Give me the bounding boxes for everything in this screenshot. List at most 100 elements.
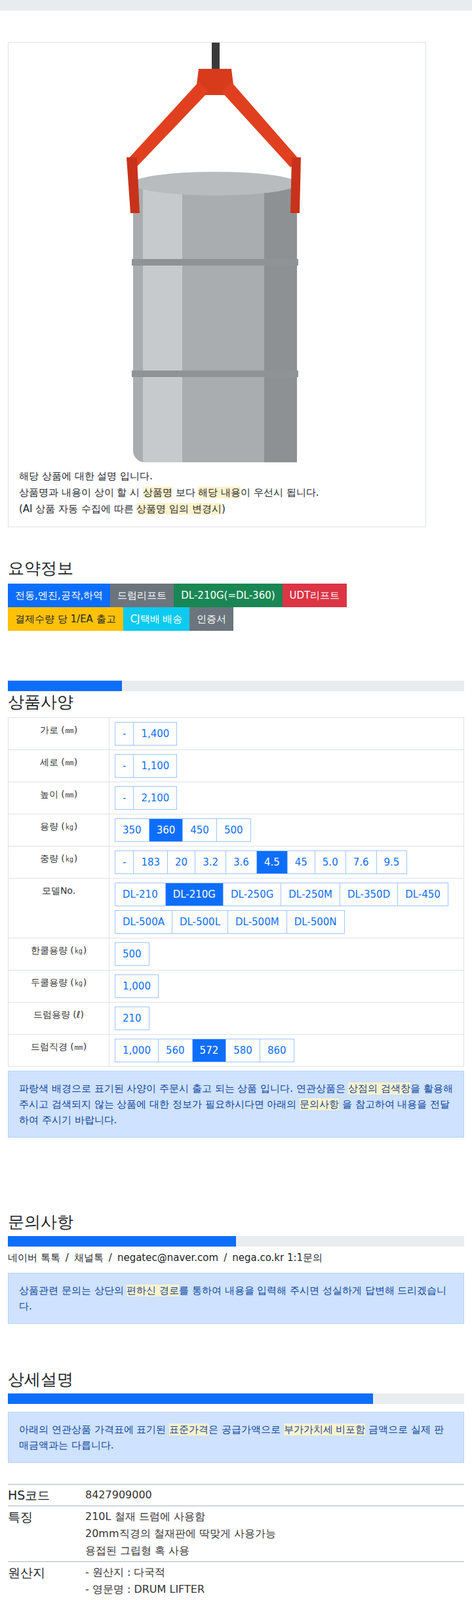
spec-label: 세로 (㎜) bbox=[8, 749, 110, 782]
spec-option[interactable]: 1,000 bbox=[114, 1038, 159, 1062]
progress-fill bbox=[7, 680, 122, 691]
detail-label: 원산지 bbox=[7, 1563, 86, 1598]
contact-link[interactable]: 채널톡 bbox=[74, 1250, 104, 1265]
spec-option[interactable]: 350 bbox=[114, 818, 150, 842]
spec-option[interactable]: 3.2 bbox=[194, 850, 227, 874]
tag: 인증서 bbox=[189, 607, 234, 631]
spec-row: 높이 (㎜)-2,100 bbox=[8, 781, 464, 814]
spec-option[interactable]: DL-250M bbox=[280, 882, 341, 906]
spec-option[interactable]: - bbox=[114, 721, 134, 746]
detail-label: HS코드 bbox=[7, 1486, 86, 1504]
spec-option[interactable]: 580 bbox=[225, 1038, 261, 1062]
contact-list: 네이버 톡톡/채널톡/negatec@naver.com/nega.co.kr … bbox=[7, 1250, 465, 1265]
spec-row: 가로 (㎜)-1,400 bbox=[8, 717, 464, 750]
spec-notice: 파랑색 배경으로 표기된 사양이 주문시 출고 되는 상품 입니다. 연관상품은… bbox=[7, 1070, 465, 1138]
note-line: 해당 상품에 대한 설명 입니다. bbox=[19, 468, 415, 484]
highlight: 편하신 경로 bbox=[126, 1284, 179, 1297]
highlight: 문의사항 bbox=[299, 1098, 339, 1110]
spec-option[interactable]: 1,400 bbox=[133, 721, 177, 746]
separator: / bbox=[65, 1250, 69, 1265]
text: 이 우선시 됩니다. bbox=[240, 486, 319, 499]
spec-option[interactable]: 572 bbox=[192, 1038, 227, 1062]
spec-option[interactable]: DL-210G bbox=[165, 882, 224, 906]
specs-heading: 상품사양 bbox=[7, 690, 465, 714]
spec-option[interactable]: DL-500N bbox=[286, 909, 345, 934]
tag: 결제수량 당 1/EA 출고 bbox=[7, 607, 124, 631]
spec-option[interactable]: 3.6 bbox=[225, 850, 257, 874]
text: ) bbox=[221, 502, 226, 515]
tag: 드럼리프트 bbox=[110, 583, 174, 608]
section-progress bbox=[7, 1235, 465, 1247]
spec-option[interactable]: - bbox=[114, 850, 134, 874]
spec-row: 용량 (㎏)350360450500 bbox=[8, 813, 464, 846]
spec-option[interactable]: DL-350D bbox=[339, 882, 398, 906]
spec-row: 모델No.DL-210DL-210GDL-250GDL-250MDL-350DD… bbox=[8, 877, 464, 938]
spec-option[interactable]: DL-210 bbox=[114, 882, 166, 906]
detail-table: HS코드8427909000특징210L 철재 드럼에 사용함20mm직경의 철… bbox=[7, 1483, 465, 1600]
spec-option[interactable]: 2,100 bbox=[133, 786, 177, 810]
contact-link[interactable]: negatec@naver.com bbox=[117, 1250, 219, 1265]
note-line: (AI 상품 자동 수집에 따른 상품명 임의 변경시) bbox=[19, 501, 415, 516]
spec-option[interactable]: 860 bbox=[259, 1038, 295, 1062]
spec-label: 높이 (㎜) bbox=[8, 782, 110, 814]
spec-option[interactable]: 9.5 bbox=[376, 850, 408, 874]
detail-row: 특징210L 철재 드럼에 사용함20mm직경의 철재판에 딱맞게 사용가능용접… bbox=[7, 1505, 465, 1561]
progress-fill bbox=[7, 1393, 374, 1404]
spec-option[interactable]: DL-250G bbox=[222, 882, 282, 906]
spec-option[interactable]: 560 bbox=[157, 1038, 193, 1062]
spec-option[interactable]: - bbox=[114, 786, 134, 810]
spec-row: 한쿨용량 (㎏)500 bbox=[8, 937, 464, 970]
text: (AI 상품 자동 수집에 따른 bbox=[19, 502, 137, 515]
spec-label: 가로 (㎜) bbox=[8, 717, 110, 750]
note-line: 상품명과 내용이 상이 할 시 상품명 보다 해당 내용이 우선시 됩니다. bbox=[19, 485, 415, 500]
highlight: 상품명 bbox=[142, 486, 173, 499]
tag: CJ택배 배송 bbox=[123, 607, 191, 631]
spec-option[interactable]: 20 bbox=[167, 850, 196, 874]
spec-option[interactable]: 4.5 bbox=[256, 850, 288, 874]
text: 은 공급가액으로 bbox=[208, 1423, 284, 1436]
spec-option[interactable]: 1,000 bbox=[114, 974, 159, 998]
details-notice: 아래의 연관상품 가격표에 표기된 표준가격은 공급가액으로 부가가치세 비포함… bbox=[7, 1411, 465, 1463]
contact-link[interactable]: 네이버 톡톡 bbox=[7, 1250, 61, 1265]
highlight: 상품명 임의 변경시 bbox=[136, 502, 222, 515]
spec-option[interactable]: 210 bbox=[114, 1006, 150, 1030]
detail-line: 용접된 그립형 혹 사용 bbox=[85, 1541, 276, 1559]
text: 상품관련 문의는 상단의 bbox=[19, 1284, 127, 1297]
drum-lifter-photo bbox=[8, 42, 426, 469]
spec-option[interactable]: 360 bbox=[148, 818, 184, 842]
product-card: 해당 상품에 대한 설명 입니다. 상품명과 내용이 상이 할 시 상품명 보다 … bbox=[7, 41, 427, 528]
inquiry-heading: 문의사항 bbox=[7, 1210, 465, 1234]
spec-option[interactable]: DL-500M bbox=[227, 909, 288, 934]
spec-row: 중량 (㎏)-183203.23.64.5455.07.69.5 bbox=[8, 845, 464, 878]
progress-fill bbox=[7, 1235, 236, 1247]
text: 해당 상품에 대한 설명 입니다. bbox=[19, 470, 153, 482]
spec-row: 드럼용량 (ℓ)210 bbox=[8, 1001, 464, 1034]
spec-option[interactable]: 450 bbox=[182, 818, 217, 842]
spec-option[interactable]: 1,100 bbox=[133, 753, 177, 778]
detail-line: 210L 철재 드럼에 사용함 bbox=[85, 1507, 276, 1525]
product-page: 해당 상품에 대한 설명 입니다. 상품명과 내용이 상이 할 시 상품명 보다 … bbox=[0, 0, 472, 1600]
summary-heading: 요약정보 bbox=[7, 557, 465, 580]
spec-option[interactable]: 500 bbox=[216, 818, 252, 842]
contact-link[interactable]: nega.co.kr 1:1문의 bbox=[232, 1250, 323, 1265]
text: 아래의 연관상품 가격표에 표기된 bbox=[19, 1423, 170, 1436]
spec-option[interactable]: 183 bbox=[133, 850, 168, 874]
spec-option[interactable]: 45 bbox=[287, 850, 316, 874]
tag: DL-210G(=DL-360) bbox=[173, 583, 282, 608]
detail-line: 20mm직경의 철재판에 딱맞게 사용가능 bbox=[85, 1524, 276, 1542]
spec-option[interactable]: 7.6 bbox=[345, 850, 377, 874]
spec-row: 세로 (㎜)-1,100 bbox=[8, 749, 464, 782]
spec-option[interactable]: 500 bbox=[114, 942, 150, 966]
highlight: 상점의 검색창 bbox=[348, 1082, 411, 1095]
detail-row: HS코드8427909000 bbox=[7, 1483, 465, 1506]
spec-label: 용량 (㎏) bbox=[8, 814, 110, 846]
spec-option[interactable]: DL-500L bbox=[171, 909, 229, 934]
spec-table: 가로 (㎜)-1,400세로 (㎜)-1,100높이 (㎜)-2,100용량 (… bbox=[7, 717, 465, 1067]
spec-option[interactable]: DL-500A bbox=[114, 909, 173, 934]
highlight: 표준가격 bbox=[169, 1423, 209, 1436]
spec-option[interactable]: 5.0 bbox=[314, 850, 347, 874]
spec-option[interactable]: DL-450 bbox=[397, 882, 449, 906]
spec-option[interactable]: - bbox=[114, 753, 134, 778]
spec-label: 드럼용량 (ℓ) bbox=[8, 1002, 110, 1034]
text: 보다 bbox=[172, 486, 199, 499]
